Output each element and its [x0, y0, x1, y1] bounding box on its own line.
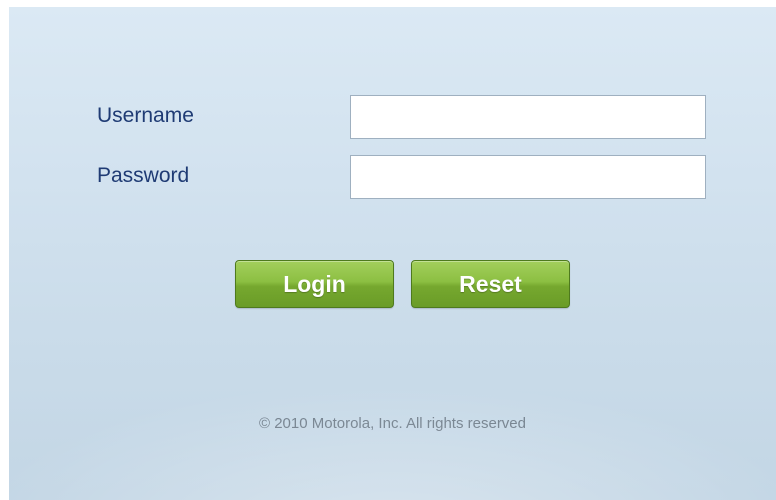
password-label: Password	[97, 164, 190, 187]
password-input[interactable]	[350, 155, 706, 199]
username-input[interactable]	[350, 95, 706, 139]
copyright-footer: © 2010 Motorola, Inc. All rights reserve…	[258, 415, 526, 432]
login-panel: Username Password Login Reset © 2010 Mot…	[9, 7, 776, 500]
reset-button[interactable]: Reset	[411, 260, 570, 308]
username-label: Username	[97, 104, 194, 127]
login-button[interactable]: Login	[235, 260, 394, 308]
